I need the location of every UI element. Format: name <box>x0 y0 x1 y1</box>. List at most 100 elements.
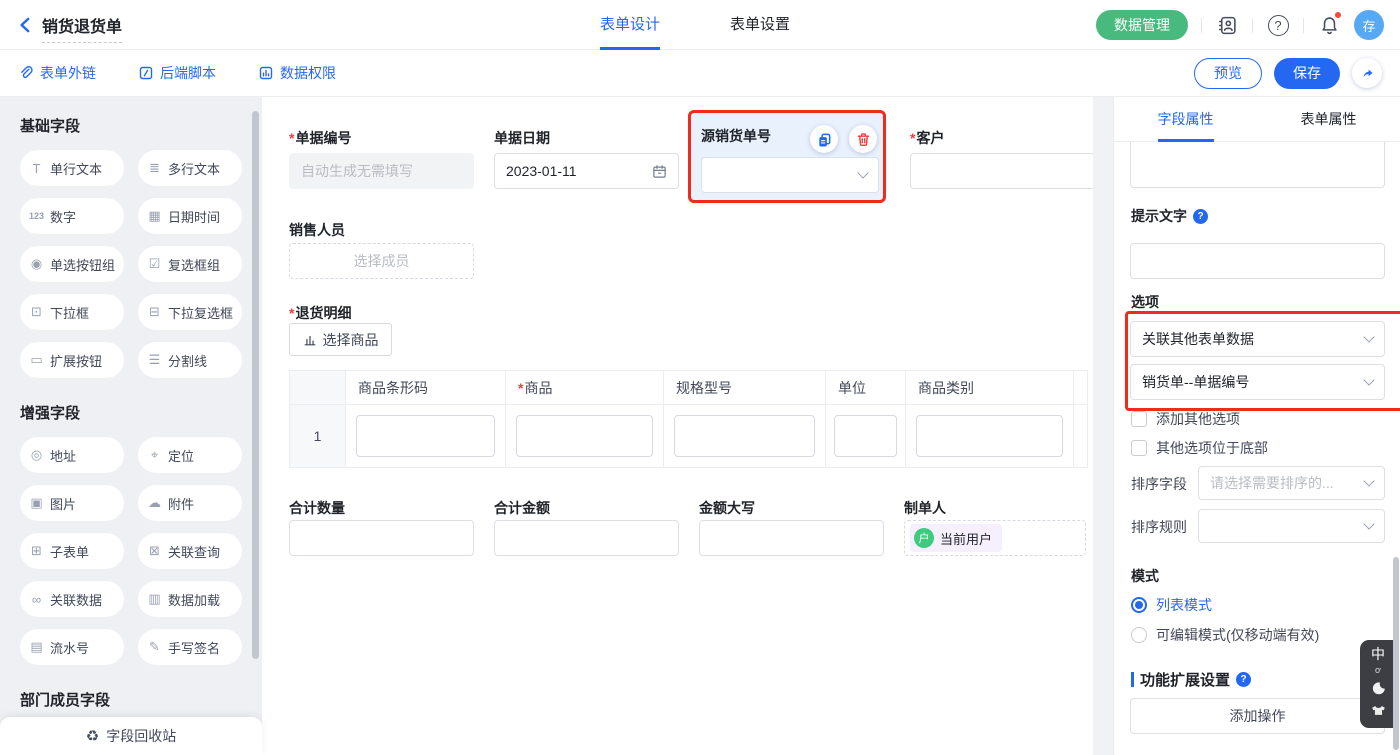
sidebar-item-datetime[interactable]: ▦日期时间 <box>138 198 242 234</box>
sidebar-item-lookup-query[interactable]: ⊠关联查询 <box>138 533 242 569</box>
select-goods-button[interactable]: 选择商品 <box>289 323 392 356</box>
sidebar-item-address[interactable]: ◎地址 <box>20 437 124 473</box>
spec-input[interactable] <box>674 415 815 457</box>
customer-input[interactable] <box>910 153 1093 189</box>
amount-words-label: 金额大写 <box>699 498 755 518</box>
sidebar-item-number[interactable]: 123数字 <box>20 198 124 234</box>
source-order-field-selected[interactable]: 源销货单号 <box>688 110 886 203</box>
data-permission-button[interactable]: 数据权限 <box>258 63 336 83</box>
sidebar-item-label: 单行文本 <box>50 159 102 178</box>
creator-field[interactable]: 户 当前用户 <box>904 520 1086 556</box>
salesperson-picker[interactable]: 选择成员 <box>289 243 474 279</box>
field-recycle-bin[interactable]: ♻ 字段回收站 <box>0 717 262 755</box>
sidebar-item-image[interactable]: ▣图片 <box>20 485 124 521</box>
external-link-button[interactable]: 表单外链 <box>18 63 96 83</box>
preview-button[interactable]: 预览 <box>1194 58 1262 89</box>
sidebar-item-checkbox-group[interactable]: ☑复选框组 <box>138 246 242 282</box>
sidebar-item-subform[interactable]: ⊞子表单 <box>20 533 124 569</box>
sidebar-item-select[interactable]: ⊡下拉框 <box>20 294 124 330</box>
sort-field-row: 排序字段 <box>1131 467 1187 501</box>
sidebar-item-divider-line[interactable]: ☰分割线 <box>138 342 242 378</box>
property-panel: 字段属性 表单属性 提示文字 ? 选项 关联其他表单数据 销货单--单据编号 添… <box>1113 97 1400 755</box>
data-manage-button[interactable]: 数据管理 <box>1096 10 1188 40</box>
column-header: 商品类别 <box>906 371 1074 404</box>
sidebar-item-linked-data[interactable]: ∞关联数据 <box>20 581 124 617</box>
address-book-icon[interactable] <box>1215 13 1239 37</box>
hint-text-input[interactable] <box>1130 243 1385 279</box>
sidebar-item-extend-button[interactable]: ▭扩展按钮 <box>20 342 124 378</box>
sidebar-item-signature[interactable]: ✎手写签名 <box>138 629 242 665</box>
source-order-select[interactable] <box>701 157 879 193</box>
help-icon[interactable]: ? <box>1266 13 1290 37</box>
add-other-option-checkbox[interactable]: 添加其他选项 <box>1131 409 1240 429</box>
form-design-canvas: *单据编号 单据日期 *客户 自动生成无需填写 2023-01-11 源销货单号 <box>262 97 1093 755</box>
target-icon: ⌖ <box>147 447 162 463</box>
theme-tshirt-icon[interactable] <box>1369 703 1388 720</box>
option-field-select[interactable]: 销货单--单据编号 <box>1130 364 1385 400</box>
barcode-cell <box>346 404 506 467</box>
checkbox-icon <box>1131 411 1147 427</box>
sidebar-scrollbar[interactable] <box>252 111 259 659</box>
sidebar-item-label: 多行文本 <box>168 159 220 178</box>
sidebar-item-multi-line-text[interactable]: ≣ 多行文本 <box>138 150 242 186</box>
goods-input[interactable] <box>516 415 653 457</box>
barcode-input[interactable] <box>356 415 495 457</box>
translate-sub-icon[interactable]: ơ <box>1375 666 1381 674</box>
unit-input[interactable] <box>834 415 897 457</box>
radio-icon: ◉ <box>29 256 44 272</box>
sidebar-item-attachment[interactable]: ☁附件 <box>138 485 242 521</box>
add-action-button[interactable]: 添加操作 <box>1130 698 1385 734</box>
sidebar-item-radio-group[interactable]: ◉单选按钮组 <box>20 246 124 282</box>
delete-field-button[interactable] <box>849 125 877 153</box>
total-qty-input[interactable] <box>289 520 474 556</box>
placeholder-text: 选择成员 <box>354 251 410 271</box>
share-button[interactable] <box>1352 58 1382 88</box>
total-amount-input[interactable] <box>494 520 679 556</box>
total-qty-label: 合计数量 <box>289 498 345 518</box>
trash-icon <box>856 132 871 147</box>
textarea-icon: ≣ <box>147 160 162 176</box>
sidebar-item-label: 日期时间 <box>168 207 220 226</box>
avatar[interactable]: 存 <box>1354 10 1384 40</box>
amount-words-input[interactable] <box>699 520 884 556</box>
help-badge-icon[interactable]: ? <box>1193 209 1208 224</box>
dark-mode-moon-icon[interactable] <box>1369 680 1387 698</box>
tab-form-design[interactable]: 表单设计 <box>600 0 660 50</box>
save-button[interactable]: 保存 <box>1274 58 1340 89</box>
copy-field-button[interactable] <box>810 125 838 153</box>
chart-permission-icon <box>258 65 274 81</box>
sidebar-item-serial-number[interactable]: ▤流水号 <box>20 629 124 665</box>
button-icon: ▭ <box>29 352 44 368</box>
pen-icon: ✎ <box>147 639 162 655</box>
translate-toggle[interactable]: 中 <box>1371 647 1385 661</box>
backend-script-button[interactable]: 后端脚本 <box>138 63 216 83</box>
notification-bell-icon[interactable] <box>1317 13 1341 37</box>
order-no-input[interactable]: 自动生成无需填写 <box>289 153 474 189</box>
category-input[interactable] <box>916 415 1063 457</box>
mode-list-radio[interactable]: 列表模式 <box>1131 595 1212 615</box>
sort-field-select[interactable]: 请选择需要排序的... <box>1198 466 1385 500</box>
back-button[interactable] <box>16 15 36 35</box>
sort-rule-select[interactable] <box>1198 509 1385 543</box>
tab-form-properties[interactable]: 表单属性 <box>1257 97 1400 141</box>
divider <box>1303 18 1304 33</box>
toolbar-link-label: 数据权限 <box>280 63 336 83</box>
mode-editable-radio[interactable]: 可编辑模式(仅移动端有效) <box>1131 625 1319 645</box>
option-source-select[interactable]: 关联其他表单数据 <box>1130 321 1385 357</box>
panel-scrollbar[interactable] <box>1393 557 1399 750</box>
sidebar-item-label: 下拉复选框 <box>168 303 233 322</box>
tab-field-properties[interactable]: 字段属性 <box>1114 97 1257 141</box>
sidebar-item-location[interactable]: ⌖定位 <box>138 437 242 473</box>
mode-label: 模式 <box>1131 566 1159 586</box>
help-badge-icon[interactable]: ? <box>1236 672 1251 687</box>
sidebar-item-multi-select[interactable]: ⊟下拉复选框 <box>138 294 242 330</box>
sidebar-item-single-line-text[interactable]: T单行文本 <box>20 150 124 186</box>
dropdown-icon: ⊡ <box>29 304 44 320</box>
category-cell <box>906 404 1074 467</box>
tab-form-settings[interactable]: 表单设置 <box>730 0 790 50</box>
sidebar-item-data-load[interactable]: ▥数据加载 <box>138 581 242 617</box>
other-option-bottom-checkbox[interactable]: 其他选项位于底部 <box>1131 438 1268 458</box>
field-title-input-partial[interactable] <box>1130 142 1385 188</box>
required-mark: * <box>910 130 915 146</box>
order-date-input[interactable]: 2023-01-11 <box>494 153 679 189</box>
